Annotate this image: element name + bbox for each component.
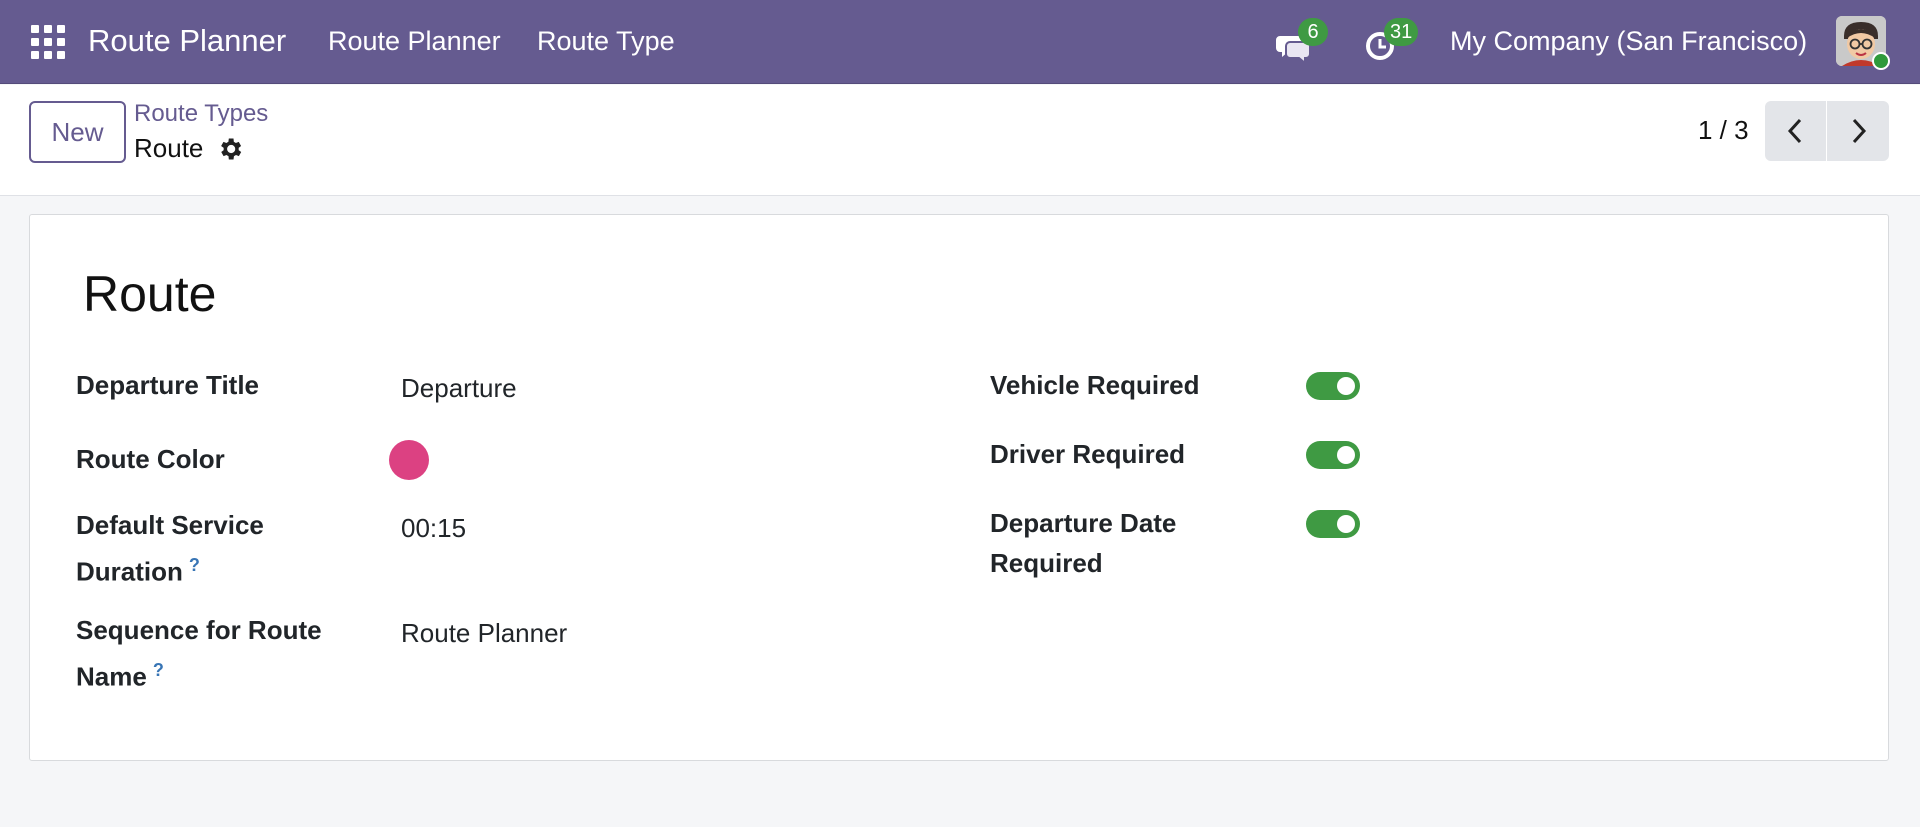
control-panel: New Route Types Route 1 / 3 bbox=[0, 85, 1920, 196]
vehicle-required-toggle[interactable] bbox=[1306, 372, 1360, 400]
sequence-route-name-label: Sequence for Route Name? bbox=[76, 610, 322, 697]
driver-required-label: Driver Required bbox=[990, 439, 1186, 469]
label-line: Departure Date bbox=[990, 508, 1177, 538]
label-line: Default Service bbox=[76, 510, 264, 540]
pager-previous-button[interactable] bbox=[1765, 101, 1827, 161]
online-status-dot bbox=[1872, 52, 1890, 70]
apps-grid-icon[interactable] bbox=[31, 25, 65, 59]
menu-route-type[interactable]: Route Type bbox=[537, 26, 675, 57]
record-title[interactable]: Route bbox=[83, 265, 216, 323]
label-line: Name bbox=[76, 661, 147, 692]
company-switcher[interactable]: My Company (San Francisco) bbox=[1450, 26, 1807, 57]
pager-buttons bbox=[1765, 101, 1889, 161]
label-line: Sequence for Route bbox=[76, 615, 322, 645]
messages-button[interactable]: 6 bbox=[1270, 18, 1328, 68]
departure-date-required-label: Departure Date Required bbox=[990, 503, 1176, 583]
label-line: Duration bbox=[76, 556, 183, 587]
pager-next-button[interactable] bbox=[1827, 101, 1889, 161]
help-tooltip-icon[interactable]: ? bbox=[189, 555, 200, 575]
label-line: Required bbox=[990, 548, 1103, 578]
gear-icon[interactable] bbox=[216, 135, 244, 163]
route-color-picker[interactable] bbox=[389, 440, 429, 480]
avatar[interactable] bbox=[1836, 16, 1890, 70]
sequence-route-name-field[interactable]: Route Planner bbox=[401, 618, 567, 649]
messages-badge: 6 bbox=[1298, 18, 1328, 46]
vehicle-required-label: Vehicle Required bbox=[990, 370, 1200, 400]
app-title[interactable]: Route Planner bbox=[88, 23, 286, 59]
default-service-duration-field[interactable]: 00:15 bbox=[401, 513, 466, 544]
pager-value[interactable]: 1 / 3 bbox=[1698, 115, 1749, 146]
help-tooltip-icon[interactable]: ? bbox=[153, 660, 164, 680]
menu-route-planner[interactable]: Route Planner bbox=[328, 26, 501, 57]
departure-date-required-toggle[interactable] bbox=[1306, 510, 1360, 538]
departure-title-field[interactable]: Departure bbox=[401, 373, 517, 404]
default-service-duration-label: Default Service Duration? bbox=[76, 505, 264, 592]
activities-button[interactable]: 31 bbox=[1358, 18, 1419, 68]
breadcrumb-current: Route bbox=[134, 133, 204, 163]
driver-required-toggle[interactable] bbox=[1306, 441, 1360, 469]
form-sheet: Route Departure Title Departure Route Co… bbox=[29, 214, 1889, 761]
breadcrumb-parent[interactable]: Route Types bbox=[134, 100, 268, 128]
chevron-right-icon bbox=[1852, 118, 1867, 144]
route-color-label: Route Color bbox=[76, 444, 225, 474]
departure-title-label: Departure Title bbox=[76, 370, 260, 400]
top-navbar: Route Planner Route Planner Route Type 6… bbox=[0, 0, 1920, 84]
new-button[interactable]: New bbox=[29, 101, 126, 163]
activities-badge: 31 bbox=[1384, 18, 1419, 46]
chevron-left-icon bbox=[1787, 118, 1801, 144]
